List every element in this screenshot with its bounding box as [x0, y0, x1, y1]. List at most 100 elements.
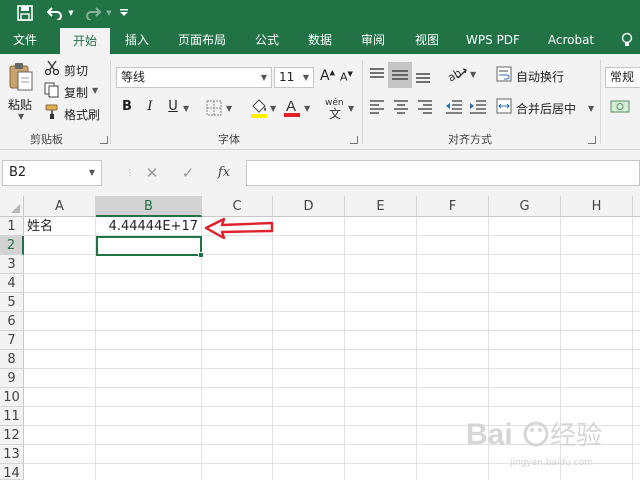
wrap-text-button[interactable]: 自动换行: [516, 68, 564, 85]
row-header-11[interactable]: 11: [0, 407, 24, 426]
column-headers: A B C D E F G H: [0, 196, 640, 217]
selected-cell-b2[interactable]: [96, 236, 202, 256]
row-header-5[interactable]: 5: [0, 293, 24, 312]
fill-color-icon[interactable]: [250, 98, 268, 122]
cell-b1[interactable]: 4.44444E+17: [96, 217, 200, 236]
row-header-6[interactable]: 6: [0, 312, 24, 331]
worksheet-grid[interactable]: A B C D E F G H 1 2 3 4 5 6 7 8 9 10 11 …: [0, 196, 640, 480]
select-all-corner[interactable]: [0, 196, 24, 217]
column-header-g[interactable]: G: [489, 196, 561, 217]
font-name-value: 等线: [121, 70, 146, 84]
underline-dropdown-icon[interactable]: ▼: [183, 104, 189, 113]
undo-icon[interactable]: [44, 0, 66, 26]
row-header-13[interactable]: 13: [0, 445, 24, 464]
tab-page-layout[interactable]: 页面布局: [168, 26, 236, 54]
redo-dropdown-icon[interactable]: ▼: [104, 0, 114, 26]
cell-a1[interactable]: 姓名: [27, 217, 53, 236]
column-header-d[interactable]: D: [273, 196, 345, 217]
phonetic-dropdown-icon[interactable]: ▼: [348, 104, 354, 113]
enter-icon[interactable]: ✓: [176, 160, 200, 186]
fill-color-dropdown-icon[interactable]: ▼: [270, 104, 276, 113]
orientation-icon[interactable]: ab: [445, 64, 468, 88]
column-header-h[interactable]: H: [561, 196, 633, 217]
font-color-dropdown-icon[interactable]: ▼: [304, 104, 310, 113]
paste-icon[interactable]: [8, 62, 34, 96]
align-bottom-icon[interactable]: [414, 66, 432, 88]
format-painter-button[interactable]: 格式刷: [64, 106, 100, 123]
column-header-a[interactable]: A: [24, 196, 96, 217]
row-header-4[interactable]: 4: [0, 274, 24, 293]
row-header-1[interactable]: 1: [0, 217, 24, 236]
name-box[interactable]: B2 ▼: [2, 160, 102, 186]
tab-view[interactable]: 视图: [404, 26, 450, 54]
phonetic-guide-icon[interactable]: wén 文: [324, 96, 346, 124]
undo-dropdown-icon[interactable]: ▼: [66, 0, 76, 26]
row-header-9[interactable]: 9: [0, 369, 24, 388]
align-left-icon[interactable]: [368, 98, 386, 118]
currency-format-icon[interactable]: [610, 98, 630, 118]
column-header-e[interactable]: E: [345, 196, 417, 217]
wrap-text-icon[interactable]: [496, 66, 512, 86]
font-dialog-launcher-icon[interactable]: [350, 136, 358, 144]
tab-review[interactable]: 审阅: [350, 26, 396, 54]
insert-function-icon[interactable]: fx: [212, 160, 236, 186]
font-size-dropdown[interactable]: 11 ▼: [274, 67, 314, 88]
formula-bar-grip-icon: ⋮: [126, 168, 134, 177]
column-header-f[interactable]: F: [417, 196, 489, 217]
row-header-8[interactable]: 8: [0, 350, 24, 369]
row-header-2[interactable]: 2: [0, 236, 24, 255]
copy-dropdown-icon[interactable]: ▼: [92, 86, 98, 95]
column-header-c[interactable]: C: [202, 196, 273, 217]
copy-button[interactable]: 复制: [64, 84, 88, 101]
customize-quick-access-icon[interactable]: [118, 0, 130, 26]
row-header-14[interactable]: 14: [0, 464, 24, 480]
column-header-b[interactable]: B: [96, 196, 202, 217]
tab-home[interactable]: 开始: [60, 28, 110, 54]
align-middle-icon[interactable]: [388, 62, 412, 88]
tab-acrobat[interactable]: Acrobat: [538, 26, 604, 54]
tab-file[interactable]: 文件: [0, 26, 50, 54]
merge-dropdown-icon[interactable]: ▼: [588, 104, 594, 113]
format-painter-icon[interactable]: [44, 104, 60, 124]
number-format-dropdown[interactable]: 常规: [605, 67, 640, 88]
clipboard-dialog-launcher-icon[interactable]: [100, 136, 108, 144]
borders-dropdown-icon[interactable]: ▼: [226, 104, 232, 113]
redo-icon[interactable]: [82, 0, 104, 26]
paste-button[interactable]: 粘贴: [8, 96, 32, 113]
cut-button[interactable]: 剪切: [64, 62, 88, 79]
borders-icon[interactable]: [206, 100, 222, 120]
tab-insert[interactable]: 插入: [112, 26, 162, 54]
merge-center-button[interactable]: 合并后居中: [516, 100, 576, 117]
formula-input[interactable]: [246, 160, 640, 186]
font-name-dropdown[interactable]: 等线 ▼: [116, 67, 272, 88]
font-color-icon[interactable]: A: [283, 96, 301, 122]
row-header-10[interactable]: 10: [0, 388, 24, 407]
align-center-icon[interactable]: [392, 98, 410, 118]
shrink-font-button[interactable]: A▼: [340, 70, 353, 84]
bold-button[interactable]: B: [119, 99, 135, 114]
row-header-7[interactable]: 7: [0, 331, 24, 350]
italic-button[interactable]: I: [142, 99, 158, 114]
copy-icon[interactable]: [44, 82, 60, 102]
underline-button[interactable]: U: [165, 99, 181, 114]
grow-font-button[interactable]: A▲: [320, 68, 335, 84]
cancel-icon[interactable]: ✕: [140, 160, 164, 186]
merge-center-icon[interactable]: [496, 98, 512, 118]
tab-data[interactable]: 数据: [296, 26, 344, 54]
orientation-dropdown-icon[interactable]: ▼: [470, 70, 476, 79]
row-header-12[interactable]: 12: [0, 426, 24, 445]
paste-dropdown-icon[interactable]: ▼: [18, 112, 24, 121]
row-header-3[interactable]: 3: [0, 255, 24, 274]
decrease-indent-icon[interactable]: [444, 98, 464, 118]
tab-wps-pdf[interactable]: WPS PDF: [458, 26, 528, 54]
alignment-dialog-launcher-icon[interactable]: [588, 136, 596, 144]
save-icon[interactable]: [14, 0, 36, 26]
lightbulb-icon[interactable]: [616, 26, 638, 54]
gridline: [24, 273, 640, 274]
scissors-icon[interactable]: [44, 60, 60, 80]
tab-formulas[interactable]: 公式: [244, 26, 290, 54]
fill-handle[interactable]: [198, 252, 204, 258]
increase-indent-icon[interactable]: [468, 98, 488, 118]
align-right-icon[interactable]: [416, 98, 434, 118]
align-top-icon[interactable]: [368, 66, 386, 88]
